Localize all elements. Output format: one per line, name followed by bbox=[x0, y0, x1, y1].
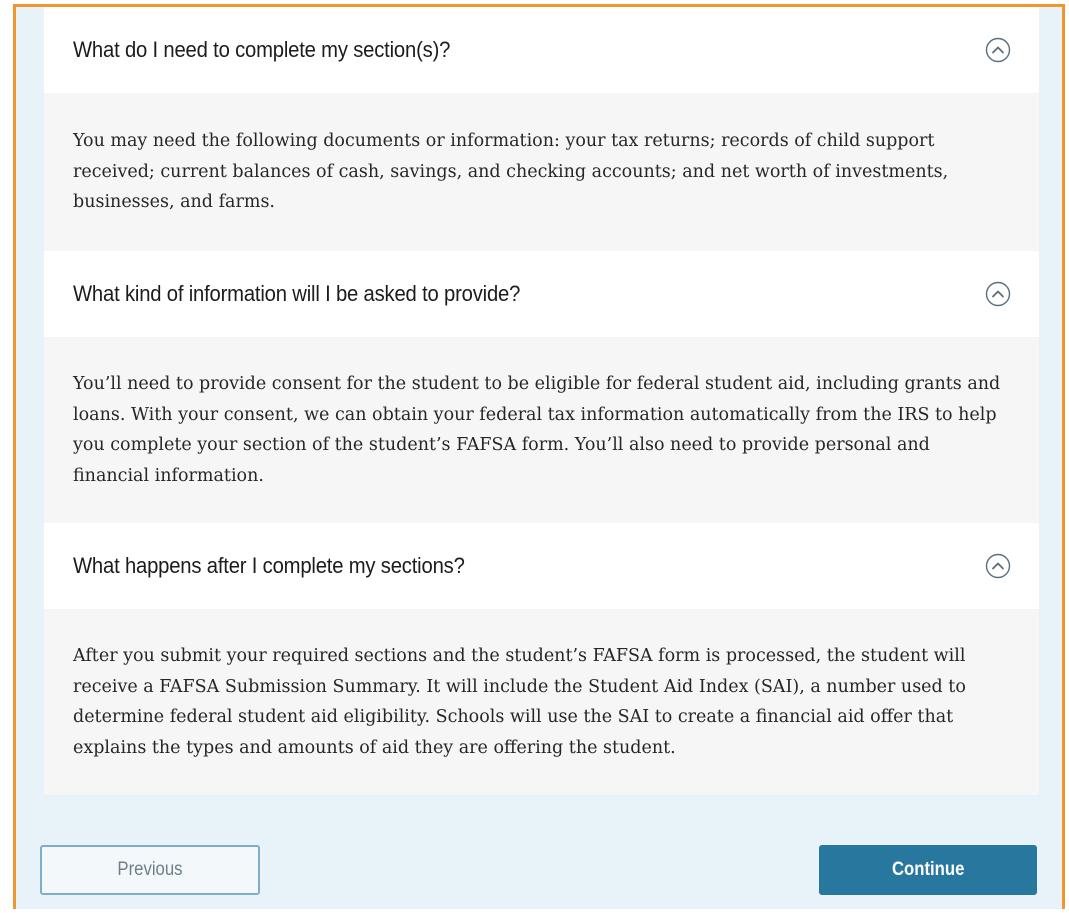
chevron-up-circle-icon[interactable] bbox=[985, 281, 1011, 307]
previous-button[interactable]: Previous bbox=[40, 845, 260, 895]
faq-accordion: What do I need to complete my section(s)… bbox=[44, 7, 1039, 795]
accordion-answer: You’ll need to provide consent for the s… bbox=[73, 374, 1001, 486]
accordion-header-after-completion[interactable]: What happens after I complete my section… bbox=[44, 523, 1039, 609]
previous-button-label: Previous bbox=[117, 859, 183, 880]
accordion-question: What do I need to complete my section(s)… bbox=[73, 37, 451, 62]
accordion-answer: You may need the following documents or … bbox=[73, 131, 949, 213]
continue-button-label: Continue bbox=[891, 859, 965, 880]
accordion-header-information-asked[interactable]: What kind of information will I be asked… bbox=[44, 251, 1039, 337]
accordion-answer: After you submit your required sections … bbox=[73, 646, 966, 758]
accordion-question: What kind of information will I be asked… bbox=[73, 281, 521, 306]
chevron-up-circle-icon[interactable] bbox=[985, 553, 1011, 579]
accordion-panel-documents-needed: You may need the following documents or … bbox=[44, 93, 1039, 251]
continue-button[interactable]: Continue bbox=[819, 845, 1037, 895]
accordion-question: What happens after I complete my section… bbox=[73, 553, 465, 578]
chevron-up-circle-icon[interactable] bbox=[985, 37, 1011, 63]
accordion-header-documents-needed[interactable]: What do I need to complete my section(s)… bbox=[44, 7, 1039, 93]
accordion-panel-after-completion: After you submit your required sections … bbox=[44, 609, 1039, 795]
accordion-panel-information-asked: You’ll need to provide consent for the s… bbox=[44, 337, 1039, 523]
highlight-frame: What do I need to complete my section(s)… bbox=[13, 4, 1065, 909]
